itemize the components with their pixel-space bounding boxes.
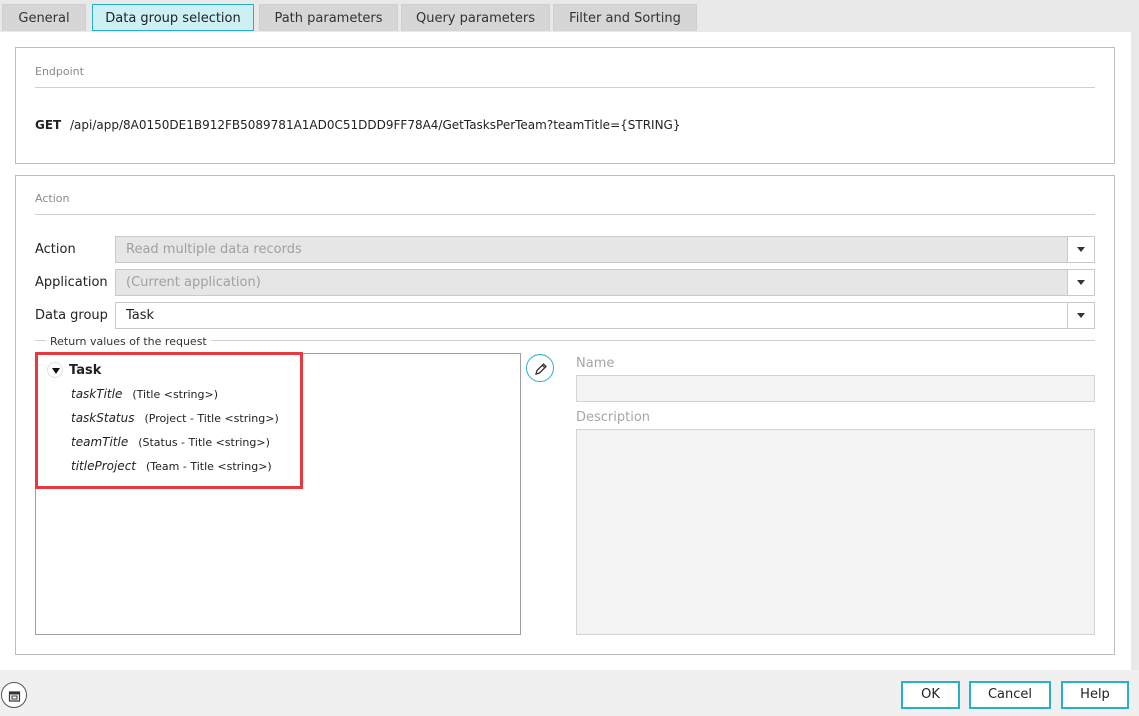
- description-label: Description: [576, 410, 651, 425]
- endpoint-divider: [35, 87, 1095, 88]
- return-values-legend: Return values of the request: [46, 335, 211, 348]
- action-select-value: Read multiple data records: [126, 242, 302, 257]
- application-select-value: (Current application): [126, 275, 261, 290]
- name-input[interactable]: [576, 375, 1095, 402]
- pencil-icon: [535, 363, 547, 375]
- action-label: Action: [35, 242, 76, 257]
- data-group-select-value: Task: [126, 308, 155, 323]
- http-method: GET: [35, 118, 62, 132]
- tab-filter-and-sorting[interactable]: Filter and Sorting: [553, 4, 697, 31]
- application-label: Application: [35, 275, 108, 290]
- edit-button[interactable]: [526, 354, 554, 382]
- endpoint-path: /api/app/8A0150DE1B912FB5089781A1AD0C51D…: [70, 118, 681, 132]
- window-toggle-button[interactable]: [1, 682, 27, 708]
- cancel-button[interactable]: Cancel: [969, 681, 1051, 709]
- data-group-label: Data group: [35, 308, 108, 323]
- data-group-select[interactable]: Task: [115, 302, 1095, 329]
- window-icon: [8, 691, 21, 702]
- tab-path-parameters[interactable]: Path parameters: [259, 4, 398, 31]
- ok-button[interactable]: OK: [901, 681, 960, 709]
- application-select[interactable]: (Current application): [115, 269, 1095, 296]
- endpoint-group: Endpoint GET /api/app/8A0150DE1B912FB508…: [15, 47, 1115, 164]
- tab-bar: General Data group selection Path parame…: [0, 0, 1139, 32]
- endpoint-group-title: Endpoint: [35, 65, 84, 78]
- tab-general[interactable]: General: [2, 4, 86, 31]
- action-divider: [35, 214, 1095, 215]
- chevron-down-icon[interactable]: [1067, 270, 1094, 295]
- tab-data-group-selection[interactable]: Data group selection: [92, 4, 254, 31]
- help-button[interactable]: Help: [1061, 681, 1129, 709]
- chevron-down-icon[interactable]: [1067, 237, 1094, 262]
- description-input[interactable]: [576, 429, 1095, 635]
- action-select[interactable]: Read multiple data records: [115, 236, 1095, 263]
- highlight-box: [35, 352, 303, 489]
- action-group-title: Action: [35, 192, 70, 205]
- chevron-down-icon[interactable]: [1067, 303, 1094, 328]
- name-label: Name: [576, 356, 615, 371]
- tab-query-parameters[interactable]: Query parameters: [401, 4, 550, 31]
